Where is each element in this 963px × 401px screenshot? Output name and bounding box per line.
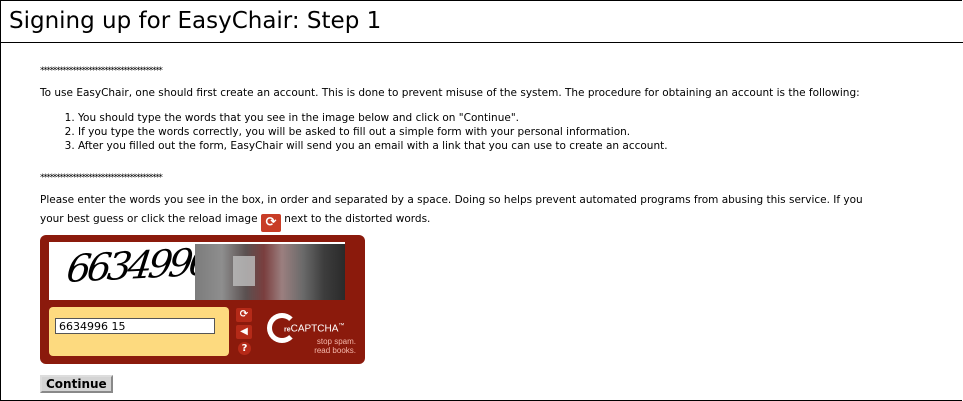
recaptcha-brand: reCAPTCHA™ xyxy=(284,323,344,334)
instructions-line1: Please enter the words you see in the bo… xyxy=(40,194,863,206)
step-item: After you filled out the form, EasyChair… xyxy=(78,139,668,153)
refresh-icon: ⟳ xyxy=(239,309,249,320)
step-item: You should type the words that you see i… xyxy=(78,111,668,125)
page-title: Signing up for EasyChair: Step 1 xyxy=(9,8,382,34)
reload-icon: ⟳ xyxy=(260,214,281,232)
captcha-photo-sign xyxy=(233,256,255,286)
intro-text: To use EasyChair, one should first creat… xyxy=(40,87,860,99)
captcha-photo xyxy=(195,244,345,300)
brand-name: CAPTCHA xyxy=(290,323,339,335)
step-item: If you type the words correctly, you wil… xyxy=(78,125,668,139)
continue-button[interactable]: Continue xyxy=(40,375,113,393)
title-divider xyxy=(1,42,963,43)
captcha-reload-button[interactable]: ⟳ xyxy=(236,308,252,322)
steps-list: You should type the words that you see i… xyxy=(40,111,668,153)
captcha-image: 6634996 xyxy=(49,239,345,300)
separator-bottom: ************************************** xyxy=(40,173,163,183)
recaptcha-tagline: stop spam. read books. xyxy=(314,337,356,355)
separator-top: ************************************** xyxy=(40,66,163,76)
captcha-help-button[interactable]: ? xyxy=(238,342,251,355)
instructions-line2: your best guess or click the reload imag… xyxy=(40,212,430,232)
help-icon: ? xyxy=(241,343,248,354)
captcha-distorted-word: 6634996 xyxy=(64,239,213,291)
brand-prefix: re xyxy=(284,326,291,334)
instructions-line2-after: next to the distorted words. xyxy=(284,213,431,225)
captcha-audio-button[interactable]: ◀ xyxy=(236,325,252,339)
brand-tm: ™ xyxy=(338,323,345,329)
speaker-icon: ◀ xyxy=(240,326,248,337)
tagline-line1: stop spam. xyxy=(316,337,356,346)
captcha-widget: 6634996 ⟳ ◀ ? reCAPTCHA™ stop spam. read… xyxy=(40,235,365,364)
tagline-line2: read books. xyxy=(314,346,356,355)
captcha-response-input[interactable] xyxy=(55,318,215,334)
instructions-line2-before: your best guess or click the reload imag… xyxy=(40,213,258,225)
